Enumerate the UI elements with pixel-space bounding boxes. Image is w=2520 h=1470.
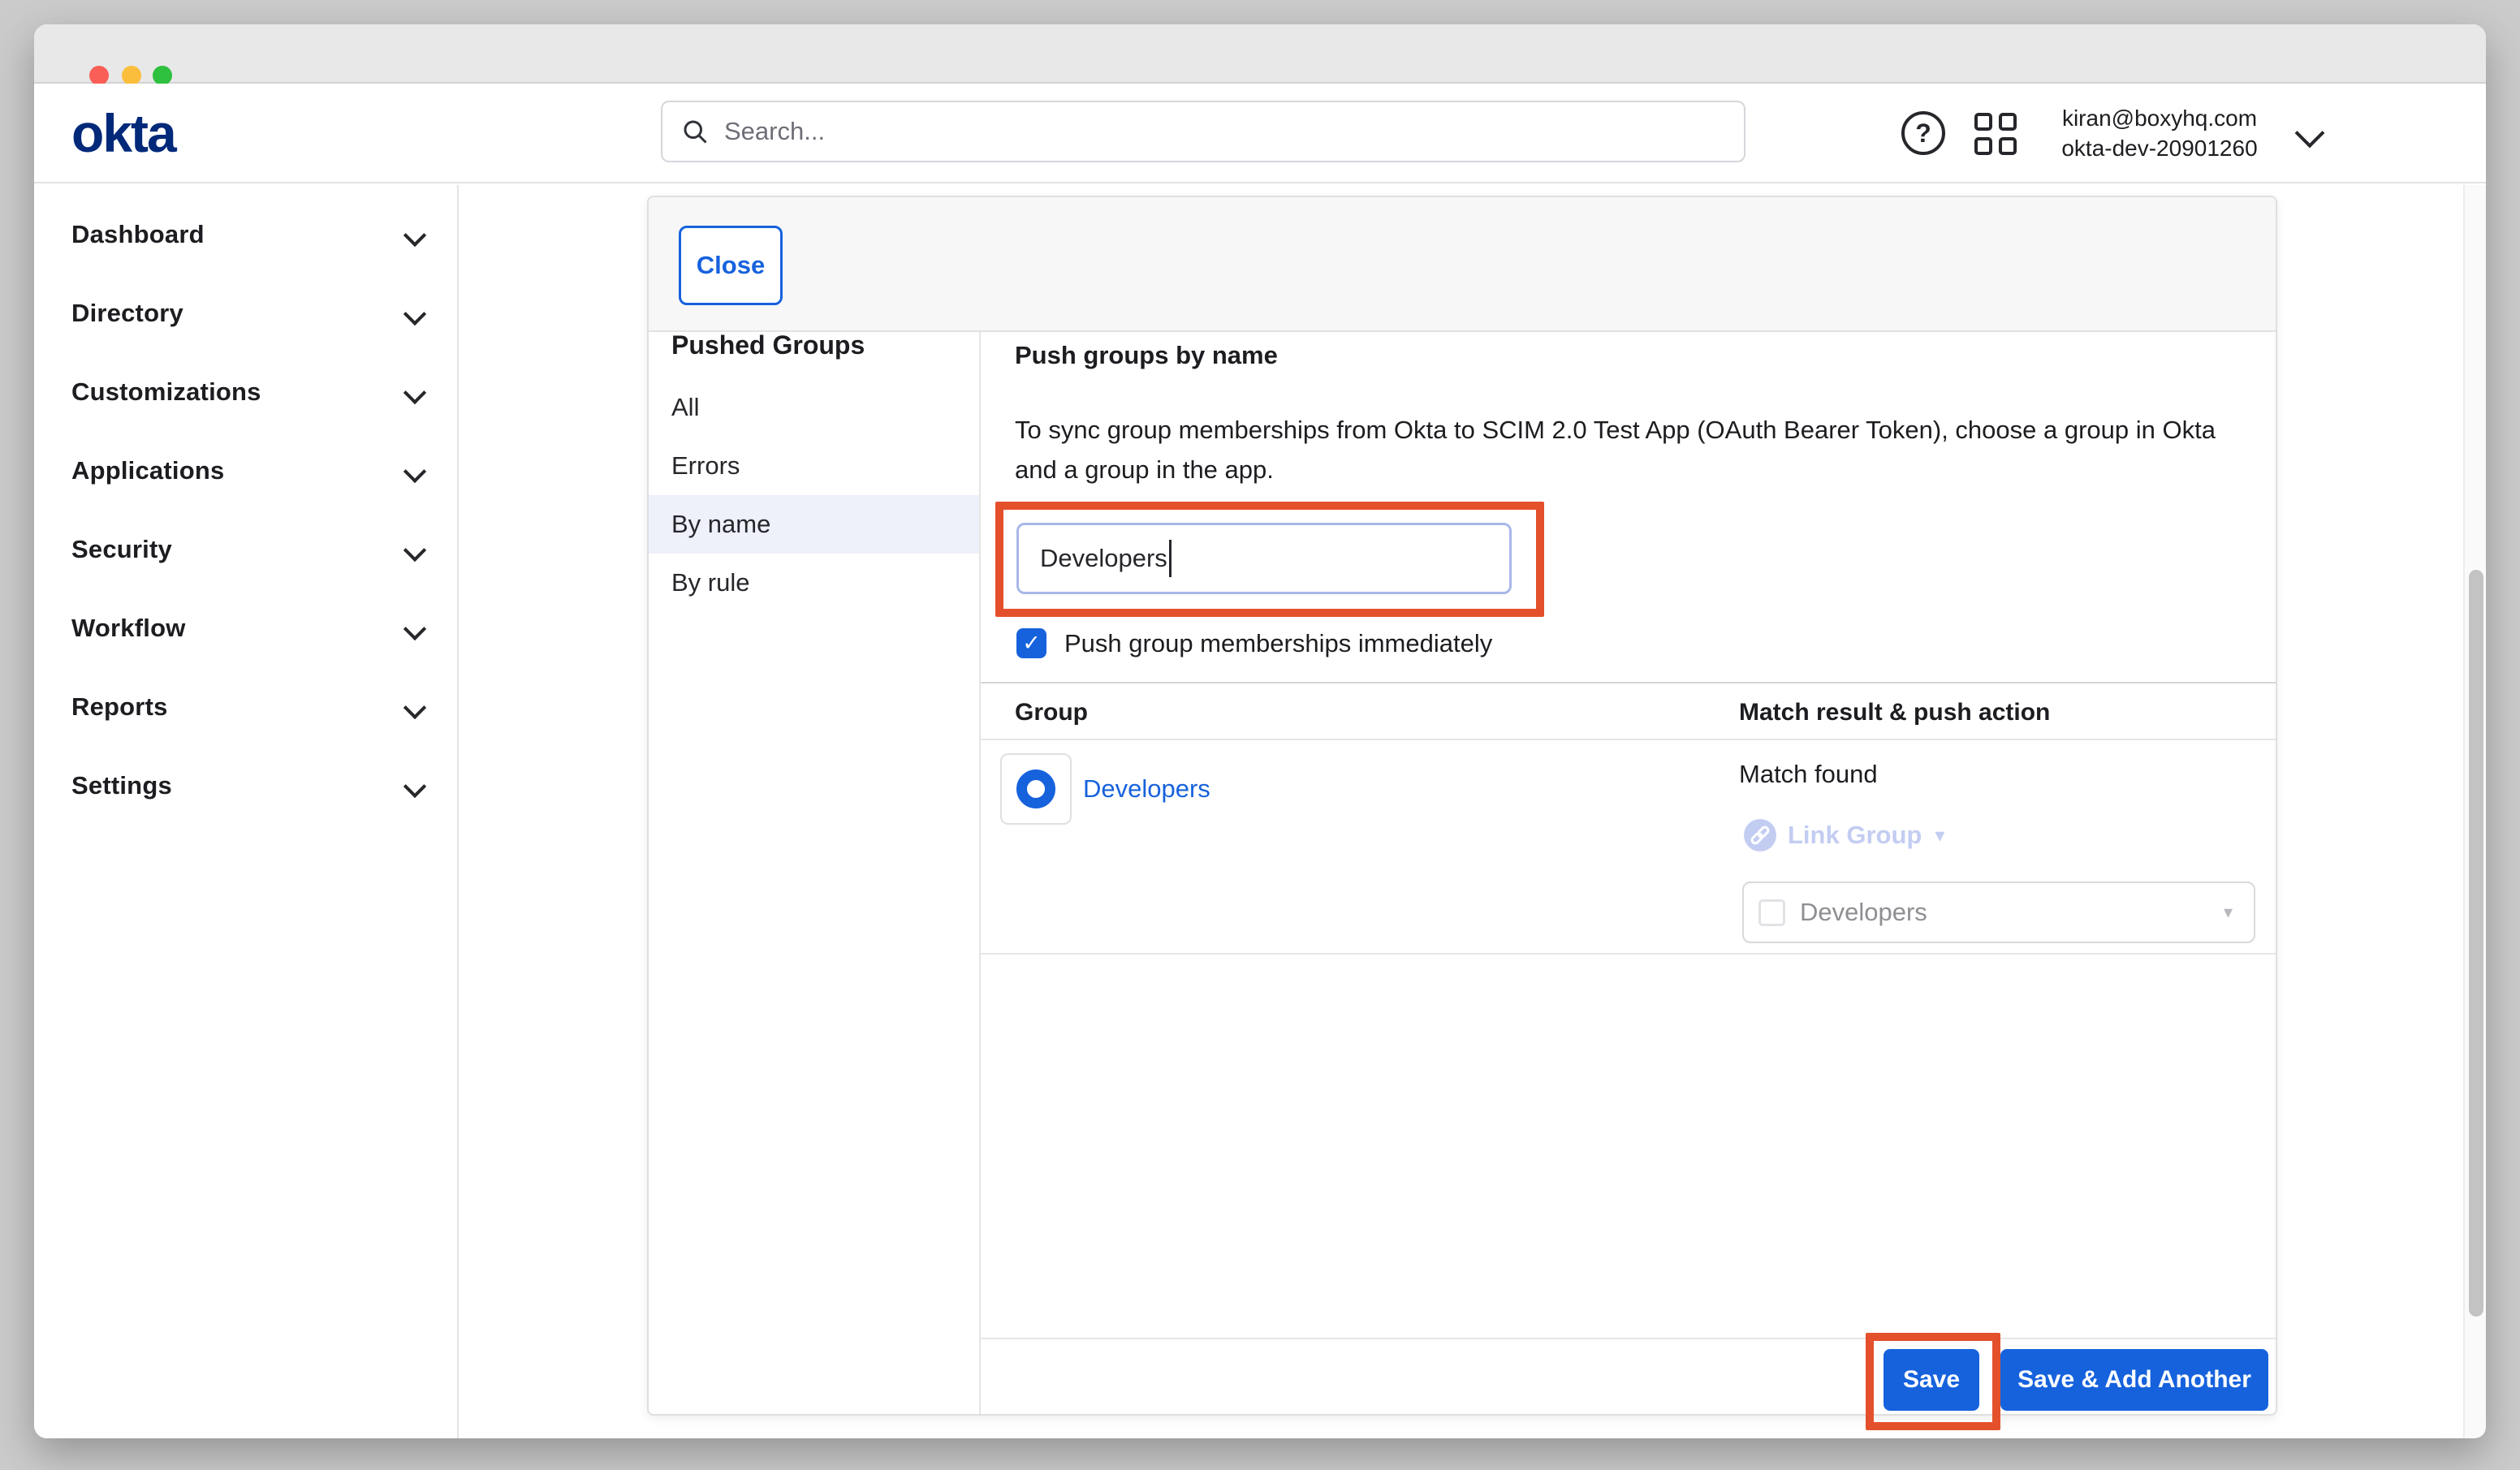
close-button[interactable]: Close (679, 226, 783, 305)
search-icon (680, 117, 710, 146)
select-caret-icon: ▾ (2224, 903, 2233, 923)
column-header-group: Group (1015, 695, 1088, 731)
desktop: okta kiran@boxyhq.com okta-dev-20901260 (0, 0, 2520, 1470)
chevron-down-icon (403, 224, 426, 247)
page-title: Push groups by name (1015, 337, 1278, 374)
group-name-input[interactable]: Developers (1016, 523, 1512, 594)
group-icon (1016, 769, 1055, 808)
chevron-down-icon (403, 539, 426, 562)
sidebar-item-customizations[interactable]: Customizations (34, 352, 457, 431)
okta-logo: okta (71, 101, 175, 165)
scrollbar-track[interactable] (2463, 185, 2486, 1438)
browser-window: okta kiran@boxyhq.com okta-dev-20901260 (34, 24, 2486, 1438)
sidebar-item-security[interactable]: Security (34, 510, 457, 588)
column-header-match-result: Match result & push action (1739, 695, 2050, 731)
sidebar-item-directory[interactable]: Directory (34, 274, 457, 352)
nav-item-errors[interactable]: Errors (649, 437, 979, 495)
zoom-window-button[interactable] (153, 66, 172, 85)
apps-grid-icon[interactable] (1974, 113, 2017, 155)
table-header-divider (981, 739, 2276, 740)
sidebar-item-workflow[interactable]: Workflow (34, 588, 457, 667)
text-cursor (1169, 540, 1172, 577)
sidebar-nav: Dashboard Directory Customizations Appli… (34, 185, 459, 1438)
nav-item-by-rule[interactable]: By rule (649, 554, 979, 612)
scrollbar-thumb[interactable] (2469, 570, 2483, 1317)
chevron-down-icon (403, 775, 426, 798)
nav-item-by-name[interactable]: By name (649, 495, 979, 554)
link-icon (1744, 819, 1776, 851)
window-titlebar (34, 24, 2486, 84)
sidebar-item-reports[interactable]: Reports (34, 667, 457, 746)
pushed-groups-title: Pushed Groups (671, 327, 865, 363)
selected-app-group: Developers (1800, 898, 2224, 927)
push-immediately-checkbox[interactable] (1016, 628, 1046, 658)
row-divider (981, 953, 2276, 955)
link-group-dropdown[interactable]: Link Group ▾ (1744, 817, 1944, 853)
search-box[interactable] (661, 101, 1745, 162)
help-icon[interactable] (1901, 111, 1945, 155)
nav-item-all[interactable]: All (649, 378, 979, 437)
dialog-toolbar: Close (649, 197, 2276, 332)
table-top-divider (981, 682, 2276, 683)
dialog-nav-divider (979, 332, 981, 1414)
group-name-link[interactable]: Developers (1083, 771, 1210, 807)
save-button[interactable]: Save (1884, 1349, 1979, 1411)
chevron-down-icon (403, 696, 426, 719)
save-add-another-button[interactable]: Save & Add Another (2000, 1349, 2268, 1411)
caret-down-icon: ▾ (1935, 824, 1944, 847)
match-status-text: Match found (1739, 757, 1878, 792)
account-menu[interactable]: kiran@boxyhq.com okta-dev-20901260 (2046, 103, 2273, 163)
account-email: kiran@boxyhq.com (2046, 103, 2273, 133)
group-icon-tile (1000, 753, 1072, 825)
push-groups-dialog: Close Pushed Groups All Errors By name B… (647, 196, 2277, 1416)
account-org: okta-dev-20901260 (2046, 133, 2273, 163)
sidebar-item-settings[interactable]: Settings (34, 746, 457, 825)
app-group-select[interactable]: Developers ▾ (1742, 882, 2255, 943)
app-header: okta kiran@boxyhq.com okta-dev-20901260 (34, 84, 2486, 183)
chevron-down-icon (403, 382, 426, 404)
chevron-down-icon (403, 460, 426, 483)
close-window-button[interactable] (89, 66, 109, 85)
search-input[interactable] (724, 117, 1726, 146)
chevron-down-icon (403, 618, 426, 640)
minimize-window-button[interactable] (122, 66, 141, 85)
description-text: To sync group memberships from Okta to S… (1015, 410, 2224, 489)
push-immediately-label: Push group memberships immediately (1064, 626, 1492, 662)
footer-divider (981, 1338, 2276, 1339)
sidebar-item-applications[interactable]: Applications (34, 431, 457, 510)
account-chevron-down-icon[interactable] (2295, 119, 2325, 149)
chevron-down-icon (403, 303, 426, 325)
group-placeholder-icon (1758, 899, 1785, 926)
sidebar-item-dashboard[interactable]: Dashboard (34, 195, 457, 274)
link-group-label: Link Group (1788, 821, 1922, 850)
